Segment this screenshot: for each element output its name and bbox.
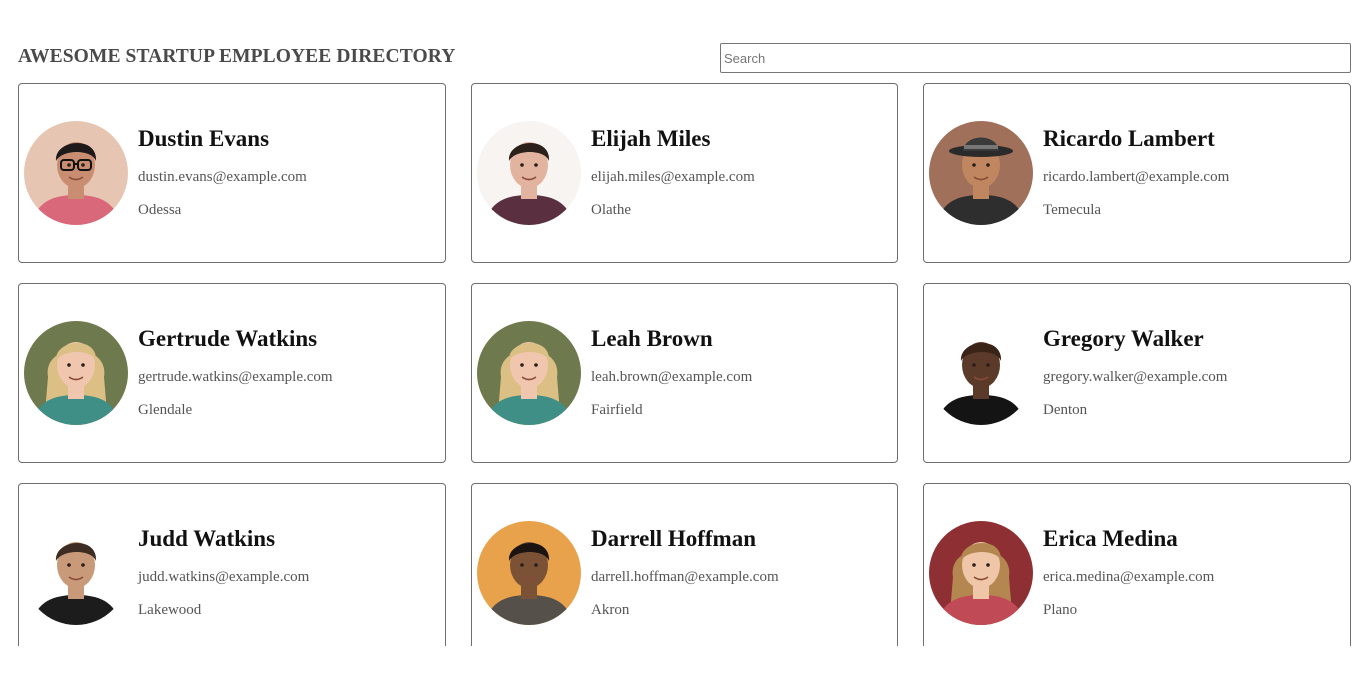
employee-name: Gertrude Watkins [138, 326, 318, 351]
employee-info: Darrell Hoffman darrell.hoffman@example.c… [591, 524, 779, 619]
page-header: AWESOME STARTUP EMPLOYEE DIRECTORY [18, 40, 1351, 76]
avatar [477, 521, 581, 625]
employee-photo [477, 121, 581, 225]
avatar [24, 121, 128, 225]
employee-photo [24, 121, 128, 225]
employee-info: Dustin Evans dustin.evans@example.com Odes… [138, 124, 307, 219]
employee-city: Lakewood [138, 602, 202, 618]
employee-name: Dustin Evans [138, 126, 270, 151]
employee-card[interactable]: Gertrude Watkins gertrude.watkins@example… [18, 283, 446, 463]
employee-info: Erica Medina erica.medina@example.com Plan… [1043, 524, 1214, 619]
employee-city: Plano [1043, 602, 1078, 618]
employee-city: Temecula [1043, 202, 1102, 218]
employee-city: Fairfield [591, 402, 643, 418]
employee-card[interactable]: Gregory Walker gregory.walker@example.com… [923, 283, 1351, 463]
employee-card[interactable]: Elijah Miles elijah.miles@example.com Olat… [471, 83, 898, 263]
employee-name: Gregory Walker [1043, 326, 1204, 351]
employee-photo [929, 521, 1033, 625]
avatar [929, 321, 1033, 425]
employee-name: Ricardo Lambert [1043, 126, 1215, 151]
employee-email: darrell.hoffman@example.com [591, 569, 779, 585]
avatar [477, 321, 581, 425]
employee-email: dustin.evans@example.com [138, 169, 307, 185]
employee-card[interactable]: Darrell Hoffman darrell.hoffman@example.c… [471, 483, 898, 646]
avatar [24, 321, 128, 425]
employee-city: Glendale [138, 402, 193, 418]
employee-name: Elijah Miles [591, 126, 711, 151]
employee-card[interactable]: Leah Brown leah.brown@example.com Fairfiel… [471, 283, 898, 463]
employee-name: Erica Medina [1043, 526, 1178, 551]
employee-card[interactable]: Judd Watkins judd.watkins@example.com Lake… [18, 483, 446, 646]
employee-email: erica.medina@example.com [1043, 569, 1215, 585]
avatar [24, 521, 128, 625]
employee-info: Judd Watkins judd.watkins@example.com Lake… [138, 524, 309, 619]
search-input[interactable] [720, 43, 1351, 73]
employee-info: Ricardo Lambert ricardo.lambert@example.c… [1043, 124, 1229, 219]
employee-card[interactable]: Ricardo Lambert ricardo.lambert@example.c… [923, 83, 1351, 263]
employee-email: leah.brown@example.com [591, 369, 753, 385]
avatar [477, 121, 581, 225]
employee-info: Gertrude Watkins gertrude.watkins@example… [138, 324, 333, 419]
employee-email: elijah.miles@example.com [591, 169, 755, 185]
employee-name: Darrell Hoffman [591, 526, 757, 551]
employee-card[interactable]: Dustin Evans dustin.evans@example.com Odes… [18, 83, 446, 263]
employee-email: ricardo.lambert@example.com [1043, 169, 1230, 185]
employee-photo [929, 121, 1033, 225]
employee-city: Olathe [591, 202, 631, 218]
employee-photo [477, 321, 581, 425]
employee-city: Akron [591, 602, 630, 618]
employee-name: Judd Watkins [138, 526, 276, 551]
employee-city: Denton [1043, 402, 1088, 418]
employee-email: gertrude.watkins@example.com [138, 369, 333, 385]
employee-city: Odessa [138, 202, 182, 218]
employee-photo [929, 321, 1033, 425]
employee-info: Leah Brown leah.brown@example.com Fairfiel… [591, 324, 752, 419]
avatar [929, 121, 1033, 225]
employee-email: judd.watkins@example.com [138, 569, 310, 585]
employee-info: Gregory Walker gregory.walker@example.com… [1043, 324, 1227, 419]
page-title: AWESOME STARTUP EMPLOYEE DIRECTORY [18, 46, 456, 67]
directory-page: AWESOME STARTUP EMPLOYEE DIRECTORY Dusti… [0, 0, 1366, 646]
employee-email: gregory.walker@example.com [1043, 369, 1228, 385]
employee-info: Elijah Miles elijah.miles@example.com Olat… [591, 124, 755, 219]
employee-grid: Dustin Evans dustin.evans@example.com Odes… [18, 83, 1351, 646]
employee-photo [477, 521, 581, 625]
avatar [929, 521, 1033, 625]
employee-card[interactable]: Erica Medina erica.medina@example.com Plan… [923, 483, 1351, 646]
employee-name: Leah Brown [591, 326, 713, 351]
employee-photo [24, 521, 128, 625]
employee-photo [24, 321, 128, 425]
